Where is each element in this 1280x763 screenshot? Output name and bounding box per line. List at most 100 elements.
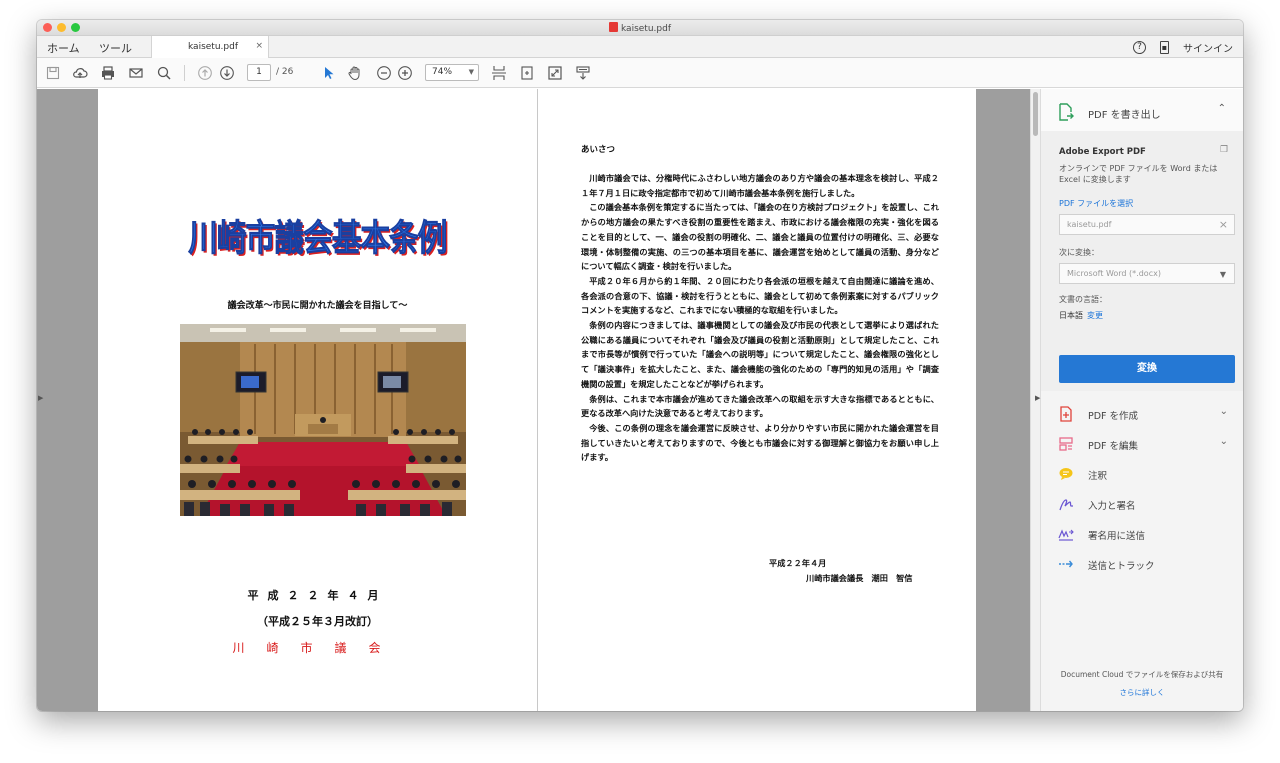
zoom-level-select[interactable]: 74% ▼ — [425, 64, 479, 81]
prev-page-icon[interactable] — [197, 65, 213, 81]
tab-bar: ホーム ツール kaisetu.pdf × ? ▪ サインイン — [37, 36, 1243, 58]
send-for-signature-icon — [1058, 526, 1074, 542]
send-track-icon — [1058, 556, 1074, 572]
print-icon[interactable] — [100, 65, 116, 81]
cover-subtitle: 議会改革～市民に開かれた議会を目指して～ — [227, 301, 408, 311]
document-cloud-text: Document Cloud でファイルを保存および共有 — [1060, 670, 1224, 679]
next-page-icon[interactable] — [219, 65, 235, 81]
tabbar-right: ? ▪ サインイン — [1133, 40, 1233, 55]
tool-edit-pdf[interactable]: PDF を編集 ⌄ — [1041, 429, 1243, 459]
export-service-title: Adobe Export PDF — [1059, 147, 1146, 157]
convert-format-value: Microsoft Word (*.docx) — [1067, 269, 1161, 278]
tool-fill-sign[interactable]: 入力と署名 — [1041, 489, 1243, 519]
tab-home[interactable]: ホーム — [47, 40, 80, 56]
convert-format-select[interactable]: Microsoft Word (*.docx) ▼ — [1059, 263, 1235, 284]
doc-tab-label: kaisetu.pdf — [188, 42, 238, 52]
tool-list: PDF を作成 ⌄ PDF を編集 ⌄ 注釈 入力と署名 署名用に送信 送信とト… — [1041, 399, 1243, 579]
tools-side-panel: ▶ PDF を書き出し ⌃ Adobe Export PDF ❐ オンラインで … — [1035, 89, 1243, 711]
export-description: オンラインで PDF ファイルを Word または Excel に変換します — [1059, 164, 1218, 184]
tool-label: 注釈 — [1088, 471, 1108, 482]
language-value: 日本語 — [1059, 311, 1083, 320]
comment-icon — [1058, 466, 1074, 482]
upload-cloud-icon[interactable] — [72, 65, 88, 81]
chevron-down-icon[interactable]: ⌄ — [1220, 436, 1228, 447]
page-total: / 26 — [276, 67, 294, 77]
file-input[interactable]: kaisetu.pdf × — [1059, 214, 1235, 235]
create-pdf-icon — [1058, 406, 1074, 422]
search-icon[interactable] — [156, 65, 172, 81]
export-pdf-label: PDF を書き出し — [1088, 110, 1161, 121]
greeting-paragraph: 川崎市議会では、分権時代にふさわしい地方議会のあり方や議会の基本理念を検討し、平… — [581, 173, 939, 198]
chevron-down-icon: ▼ — [468, 68, 474, 76]
select-cursor-icon[interactable] — [320, 65, 336, 81]
title-bar: kaisetu.pdf — [37, 20, 1243, 36]
window-title-text: kaisetu.pdf — [621, 24, 671, 34]
cover-title: 川崎市議会基本条例 — [188, 217, 448, 260]
main-toolbar: 1 / 26 74% ▼ — [37, 58, 1243, 88]
learn-more-link[interactable]: さらに詳しく — [1041, 687, 1243, 698]
convert-to-label: 次に変換： — [1059, 248, 1099, 257]
greeting-paragraph: 条例の内容につきましては、議事機関としての議会及び市民の代表として選挙により選ば… — [581, 320, 939, 389]
tool-label: 送信とトラック — [1088, 561, 1155, 572]
pdf-page-cover: 川崎市議会基本条例 議会改革～市民に開かれた議会を目指して～ 平成２２年４月 （… — [98, 89, 537, 711]
greeting-paragraph: 今後、この条例の理念を議会運営に反映させ、より分かりやすい市民に開かれた議会運営… — [581, 422, 939, 463]
cloud-icon: ❐ — [1220, 145, 1229, 155]
content-area: ▶ 川崎市議会基本条例 議会改革～市民に開かれた議会を目指して～ 平成２２年４月… — [37, 89, 1243, 711]
page-number-input[interactable]: 1 — [247, 64, 271, 81]
read-mode-icon[interactable] — [575, 65, 591, 81]
signature-name: 川崎市議会議長 潮田 智信 — [806, 573, 913, 583]
mobile-link-icon[interactable]: ▪ — [1160, 41, 1169, 54]
chevron-down-icon[interactable]: ⌄ — [1220, 406, 1228, 417]
full-screen-icon[interactable] — [547, 65, 563, 81]
file-input-value: kaisetu.pdf — [1067, 220, 1112, 229]
tool-create-pdf[interactable]: PDF を作成 ⌄ — [1041, 399, 1243, 429]
greeting-body: 川崎市議会では、分権時代にふさわしい地方議会のあり方や議会の基本理念を検討し、平… — [581, 171, 939, 465]
greeting-paragraph: この議会基本条例を策定するに当たっては、「議会の在り方検討プロジェクト」を設置し… — [581, 202, 939, 272]
greeting-heading: あいさつ — [581, 145, 616, 155]
zoom-out-icon[interactable] — [376, 65, 392, 81]
tab-document[interactable]: kaisetu.pdf × — [151, 36, 269, 58]
toolbar-divider — [184, 65, 185, 81]
cover-revision: （平成２５年３月改訂） — [257, 615, 378, 628]
zoom-level-value: 74% — [432, 67, 453, 77]
chevron-up-icon[interactable]: ⌃ — [1218, 103, 1226, 114]
convert-button[interactable]: 変換 — [1059, 355, 1235, 383]
export-pdf-box: Adobe Export PDF ❐ オンラインで PDF ファイルを Word… — [1041, 131, 1243, 391]
sign-in-link[interactable]: サインイン — [1183, 40, 1233, 55]
email-icon[interactable] — [128, 65, 144, 81]
cover-date: 平成２２年４月 — [247, 589, 388, 602]
tool-label: PDF を編集 — [1088, 441, 1139, 452]
pdf-file-icon — [609, 22, 618, 32]
hand-tool-icon[interactable] — [347, 65, 363, 81]
greeting-paragraph: 平成２０年６月から約１年間、２０回にわたり各会派の垣根を越えて自由闊達に議論を進… — [581, 275, 939, 316]
zoom-in-icon[interactable] — [397, 65, 413, 81]
greeting-paragraph: 条例は、これまで本市議会が進めてきた議会改革への取組を示す大きな指標であるととも… — [581, 393, 939, 419]
tool-send-signature[interactable]: 署名用に送信 — [1041, 519, 1243, 549]
help-icon[interactable]: ? — [1133, 41, 1146, 54]
scrollbar-thumb[interactable] — [1033, 92, 1038, 136]
collapse-panel-icon[interactable]: ▶ — [1035, 394, 1040, 402]
export-pdf-header[interactable]: PDF を書き出し ⌃ — [1041, 89, 1243, 131]
document-viewer[interactable]: ▶ 川崎市議会基本条例 議会改革～市民に開かれた議会を目指して～ 平成２２年４月… — [37, 89, 1040, 711]
page-display-icon[interactable] — [491, 65, 507, 81]
tab-tools[interactable]: ツール — [99, 40, 132, 56]
change-language-link[interactable]: 変更 — [1087, 311, 1103, 320]
rotate-view-icon[interactable] — [519, 65, 535, 81]
tool-label: 入力と署名 — [1088, 501, 1136, 512]
pdf-page-greeting: あいさつ 川崎市議会では、分権時代にふさわしい地方議会のあり方や議会の基本理念を… — [537, 89, 976, 711]
cover-organization: 川崎市議会 — [232, 641, 403, 655]
app-window: kaisetu.pdf ホーム ツール kaisetu.pdf × ? ▪ サイ… — [37, 20, 1243, 711]
tool-send-track[interactable]: 送信とトラック — [1041, 549, 1243, 579]
clear-icon[interactable]: × — [1219, 218, 1228, 231]
tool-label: 署名用に送信 — [1088, 531, 1146, 542]
save-icon[interactable] — [45, 65, 61, 81]
window-title: kaisetu.pdf — [37, 22, 1243, 34]
chevron-down-icon: ▼ — [1219, 270, 1226, 279]
select-pdf-link[interactable]: PDF ファイルを選択 — [1059, 198, 1133, 209]
language-label: 文書の言語： — [1059, 295, 1107, 304]
language-row: 日本語 変更 — [1059, 310, 1103, 321]
left-pane-toggle-icon[interactable]: ▶ — [38, 394, 43, 402]
export-pdf-icon — [1058, 103, 1074, 125]
close-tab-icon[interactable]: × — [255, 41, 263, 51]
tool-comment[interactable]: 注釈 — [1041, 459, 1243, 489]
